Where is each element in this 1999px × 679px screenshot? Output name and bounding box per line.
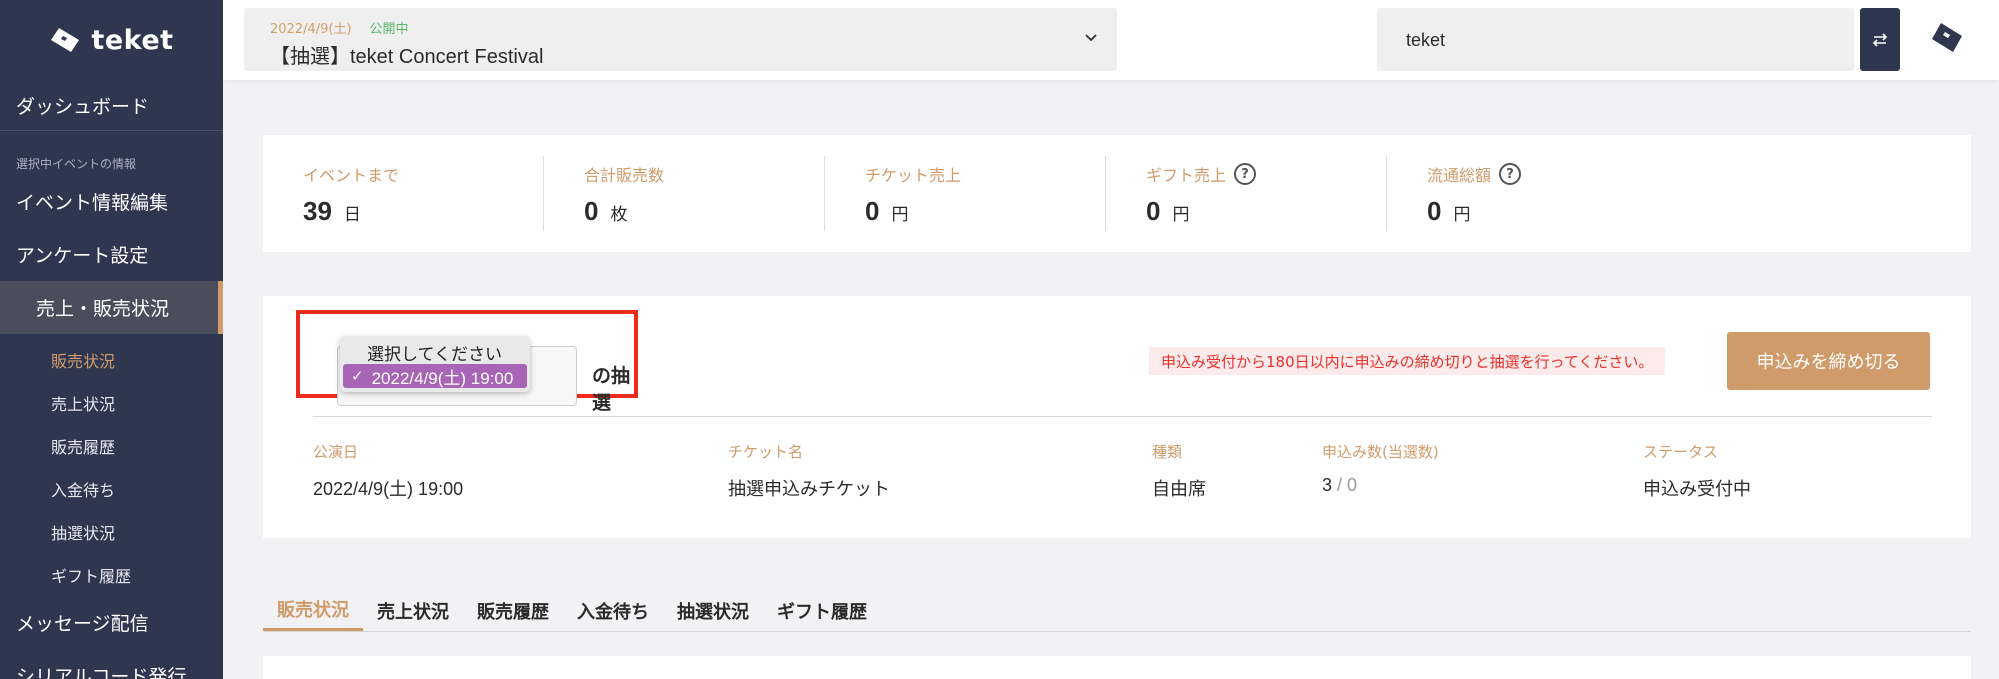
col-header-date: 公演日	[313, 443, 359, 461]
stat-value: 39 日	[303, 196, 361, 226]
stat-days-left: イベントまで 39 日	[263, 156, 544, 231]
help-icon[interactable]: ?	[1234, 163, 1257, 185]
sidebar-item-serial[interactable]: シリアルコード発行	[0, 649, 223, 679]
highlight-frame: 選択してください ✓ 2022/4/9(土) 19:00 の抽選	[296, 310, 638, 414]
stat-label: イベントまで	[303, 166, 400, 185]
sidebar-item-event-edit[interactable]: イベント情報編集	[0, 175, 223, 228]
ticket-logo-icon	[51, 28, 80, 52]
tab-sales-status[interactable]: 販売状況	[263, 590, 363, 631]
tab-revenue[interactable]: 売上状況	[363, 590, 463, 631]
organization-name: teket	[1406, 30, 1446, 50]
event-date: 2022/4/9(土)	[270, 22, 352, 37]
logo-text: teket	[91, 24, 174, 56]
sidebar-item-message[interactable]: メッセージ配信	[0, 596, 223, 649]
cell-ticket: 抽選申込みチケット	[728, 479, 890, 499]
check-icon: ✓	[351, 368, 364, 385]
sidebar-item-dashboard[interactable]: ダッシュボード	[0, 80, 223, 131]
stat-total-sold: 合計販売数 0枚	[544, 156, 825, 231]
organization-box: teket	[1377, 8, 1854, 71]
stat-value: 0円	[1146, 196, 1190, 226]
stat-label: 合計販売数	[584, 166, 665, 185]
tab-gift[interactable]: ギフト履歴	[763, 590, 881, 631]
cell-status: 申込み受付中	[1643, 479, 1751, 499]
event-meta: 2022/4/9(土) 公開中	[270, 18, 409, 37]
sidebar-item-sales[interactable]: 売上・販売状況	[0, 281, 223, 334]
stat-gross-volume: 流通総額? 0円	[1387, 156, 1668, 231]
dropdown-option-selected[interactable]: ✓ 2022/4/9(土) 19:00	[343, 364, 527, 388]
col-header-ticket: チケット名	[728, 443, 804, 461]
sidebar-subitem-sales-status[interactable]: 販売状況	[0, 338, 223, 381]
dropdown-option-placeholder[interactable]: 選択してください	[340, 340, 530, 364]
stats-card: イベントまで 39 日 合計販売数 0枚 チケット売上 0円 ギフト売上? 0円 …	[263, 135, 1971, 252]
stat-label: チケット売上	[865, 166, 962, 185]
sidebar: teket ダッシュボード 選択中イベントの情報 イベント情報編集 アンケート設…	[0, 0, 223, 679]
sidebar-section-label: 選択中イベントの情報	[16, 157, 137, 171]
sidebar-subitem-revenue[interactable]: 売上状況	[0, 381, 223, 424]
lottery-suffix-label: の抽選	[592, 365, 631, 414]
event-title: 【抽選】teket Concert Festival	[270, 46, 544, 68]
col-header-count: 申込み数(当選数)	[1322, 443, 1439, 461]
lottery-card: 選択してください ✓ 2022/4/9(土) 19:00 の抽選 申込み受付から1…	[263, 296, 1971, 538]
swap-arrows-icon	[1872, 32, 1888, 47]
sidebar-subitem-lottery[interactable]: 抽選状況	[0, 510, 223, 553]
topbar: 2022/4/9(土) 公開中 【抽選】teket Concert Festiva…	[223, 0, 1999, 80]
sidebar-subitem-history[interactable]: 販売履歴	[0, 424, 223, 467]
stat-value: 0枚	[584, 196, 628, 226]
divider	[313, 416, 1932, 417]
warning-message: 申込み受付から180日以内に申込みの締め切りと抽選を行ってください。	[1149, 347, 1666, 375]
tab-history[interactable]: 販売履歴	[463, 590, 563, 631]
stat-label: ギフト売上?	[1146, 162, 1386, 186]
help-icon[interactable]: ?	[1499, 163, 1522, 185]
cell-count: 3 / 0	[1322, 475, 1358, 495]
stat-gift-revenue: ギフト売上? 0円	[1106, 156, 1387, 231]
col-header-status: ステータス	[1643, 443, 1719, 461]
col-header-type: 種類	[1152, 443, 1183, 461]
switch-account-button[interactable]	[1860, 8, 1900, 71]
stat-value: 0円	[865, 196, 909, 226]
tab-bar: 販売状況 売上状況 販売履歴 入金待ち 抽選状況 ギフト履歴	[263, 590, 1971, 632]
content-card	[263, 656, 1971, 679]
close-applications-button[interactable]: 申込みを締め切る	[1727, 332, 1930, 390]
sidebar-subitem-gift[interactable]: ギフト履歴	[0, 553, 223, 596]
event-status: 公開中	[369, 22, 409, 37]
event-select[interactable]: 2022/4/9(土) 公開中 【抽選】teket Concert Festiva…	[244, 8, 1117, 71]
sidebar-item-survey[interactable]: アンケート設定	[0, 228, 223, 281]
date-dropdown-menu[interactable]: 選択してください ✓ 2022/4/9(土) 19:00	[340, 336, 530, 392]
logo[interactable]: teket	[0, 0, 223, 80]
tab-lottery[interactable]: 抽選状況	[663, 590, 763, 631]
ticket-icon[interactable]	[1929, 20, 1965, 56]
stat-label: 流通総額?	[1427, 162, 1668, 186]
chevron-down-icon	[1085, 34, 1097, 42]
sidebar-subitem-pending[interactable]: 入金待ち	[0, 467, 223, 510]
stat-ticket-revenue: チケット売上 0円	[825, 156, 1106, 231]
stat-value: 0円	[1427, 196, 1471, 226]
tab-pending[interactable]: 入金待ち	[563, 590, 663, 631]
cell-type: 自由席	[1152, 479, 1206, 499]
cell-date: 2022/4/9(土) 19:00	[313, 479, 464, 499]
